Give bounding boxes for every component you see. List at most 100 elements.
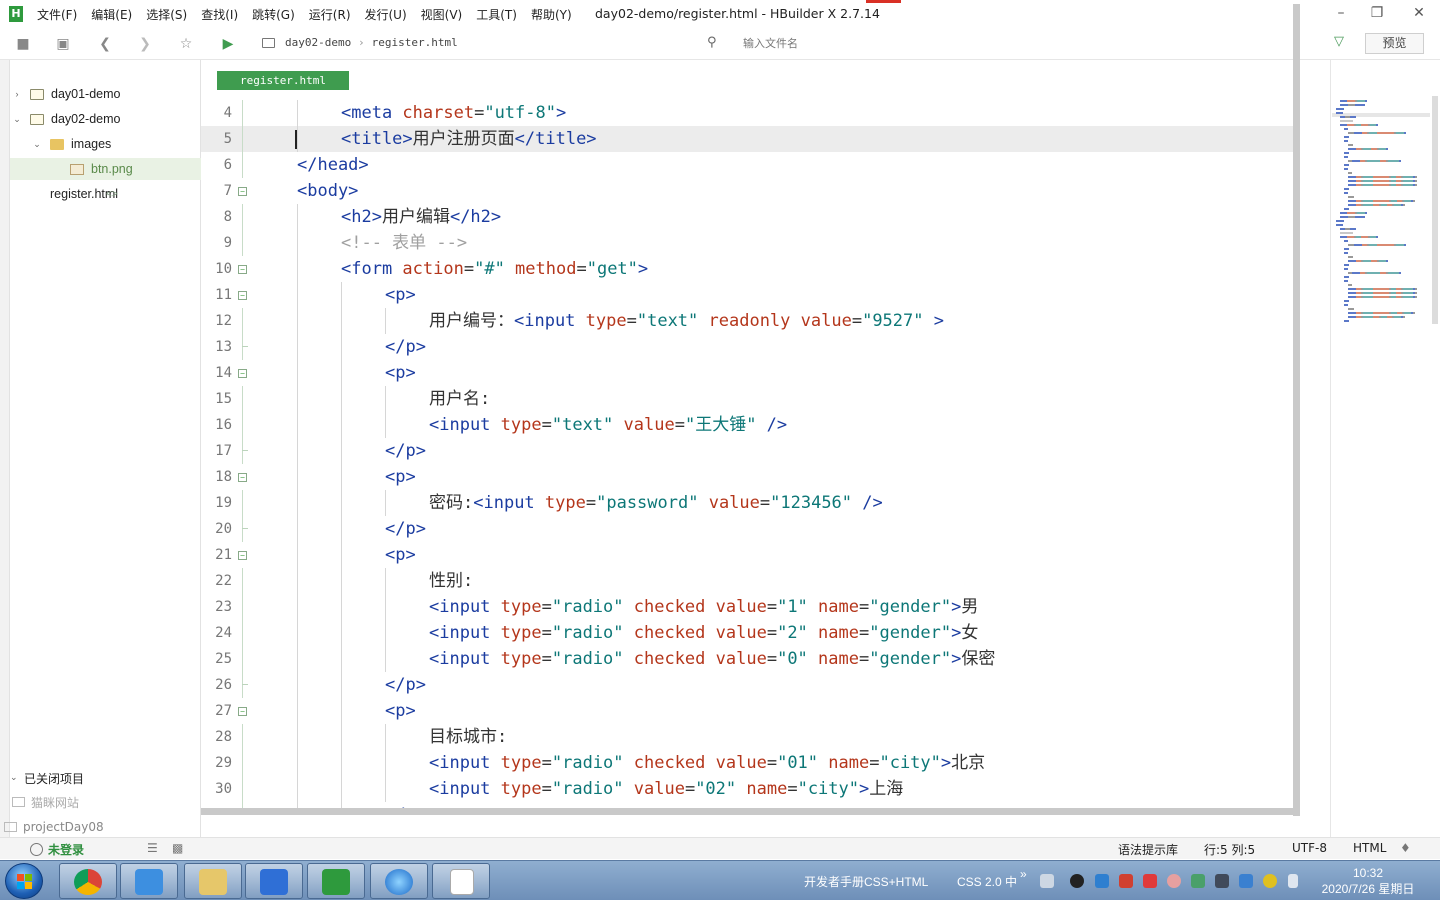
tree-item[interactable]: › day01-demo: [10, 83, 201, 105]
code-line[interactable]: 16 <input type="text" value="王大锤" />: [201, 412, 1293, 438]
tree-item[interactable]: ⌄ day02-demo: [10, 108, 201, 130]
close-button[interactable]: ✕: [1408, 4, 1430, 22]
menu-item[interactable]: 编辑(E): [91, 6, 132, 23]
document-taskbar-button[interactable]: [432, 863, 490, 899]
favorite-star-icon[interactable]: ☆: [177, 35, 195, 53]
chevron-right-icon[interactable]: ›: [12, 89, 22, 99]
code-line[interactable]: 22 性别:: [201, 568, 1293, 594]
app-taskbar-button[interactable]: [120, 863, 178, 899]
notification-bell-icon[interactable]: ♦: [1400, 841, 1411, 855]
code-line[interactable]: 10− <form action="#" method="get">: [201, 256, 1293, 282]
closed-project-item[interactable]: 猫眯网站: [10, 792, 201, 812]
menu-item[interactable]: 选择(S): [146, 6, 187, 23]
filter-icon[interactable]: ▽: [1334, 34, 1344, 49]
code-line[interactable]: 28 目标城市:: [201, 724, 1293, 750]
code-line[interactable]: 6 </head>: [201, 152, 1293, 178]
tree-item[interactable]: btn.png: [10, 158, 201, 180]
code-line[interactable]: 4 <meta charset="utf-8">: [201, 100, 1293, 126]
network-icon[interactable]: [1239, 874, 1253, 888]
chevron-down-icon[interactable]: ⌄: [32, 139, 42, 150]
menu-item[interactable]: 视图(V): [421, 6, 463, 23]
language-mode[interactable]: HTML: [1353, 841, 1386, 855]
closed-projects-header[interactable]: ⌄ 已关闭项目: [10, 768, 201, 788]
menu-item[interactable]: 运行(R): [309, 6, 351, 23]
tray-app-icon[interactable]: [1095, 874, 1109, 888]
fold-toggle-icon[interactable]: −: [238, 473, 247, 482]
volume-icon[interactable]: [1288, 874, 1298, 888]
tray-app-icon[interactable]: [1143, 874, 1157, 888]
code-line[interactable]: 5 <title>用户注册页面</title>: [201, 126, 1293, 152]
minimize-button[interactable]: –: [1330, 4, 1352, 22]
tray-app-title[interactable]: 开发者手册CSS+HTML: [804, 873, 928, 890]
code-line[interactable]: 11− <p>: [201, 282, 1293, 308]
code-line[interactable]: 25 <input type="radio" checked value="0" …: [201, 646, 1293, 672]
tree-item[interactable]: <> register.html: [10, 183, 201, 205]
code-line[interactable]: 12 用户编号：<input type="text" readonly value…: [201, 308, 1293, 334]
start-button[interactable]: [5, 863, 43, 899]
code-line[interactable]: 14− <p>: [201, 360, 1293, 386]
tray-app-icon[interactable]: [1119, 874, 1133, 888]
code-line[interactable]: 13 </p>: [201, 334, 1293, 360]
run-icon[interactable]: ▶: [219, 35, 237, 53]
menu-item[interactable]: 跳转(G): [252, 6, 295, 23]
menu-item[interactable]: 查找(I): [201, 6, 238, 23]
fold-toggle-icon[interactable]: −: [238, 187, 247, 196]
closed-project-item[interactable]: projectDay08: [2, 817, 193, 837]
menu-item[interactable]: 发行(U): [365, 6, 407, 23]
tray-app-icon[interactable]: [1191, 874, 1205, 888]
new-file-icon[interactable]: ■: [14, 35, 32, 53]
ie-taskbar-button[interactable]: [370, 863, 428, 899]
outline-icon[interactable]: ☰: [147, 841, 158, 855]
code-line[interactable]: 20 </p>: [201, 516, 1293, 542]
tray-app-title-2[interactable]: CSS 2.0 中: [957, 873, 1017, 890]
code-line[interactable]: 27− <p>: [201, 698, 1293, 724]
terminal-icon[interactable]: ▩: [172, 841, 183, 855]
tray-app-icon[interactable]: [1263, 874, 1277, 888]
menu-item[interactable]: 帮助(Y): [531, 6, 572, 23]
minimap[interactable]: [1330, 96, 1434, 336]
tray-app-icon[interactable]: [1215, 874, 1229, 888]
chevron-down-icon[interactable]: ⌄: [12, 114, 22, 125]
code-line[interactable]: 15 用户名:: [201, 386, 1293, 412]
login-status[interactable]: 未登录: [30, 841, 84, 858]
clock[interactable]: 10:32 2020/7/26 星期日: [1316, 865, 1420, 897]
file-search-input[interactable]: [743, 34, 1263, 54]
explorer-taskbar-button[interactable]: [184, 863, 242, 899]
qq-icon[interactable]: [1070, 874, 1084, 888]
code-line[interactable]: 21− <p>: [201, 542, 1293, 568]
breadcrumb-file[interactable]: register.html: [372, 36, 458, 49]
preview-button[interactable]: 预览: [1365, 33, 1424, 54]
forward-icon[interactable]: ❯: [136, 35, 154, 53]
code-line[interactable]: 9 <!-- 表单 -->: [201, 230, 1293, 256]
chrome-taskbar-button[interactable]: [59, 863, 117, 899]
tree-item[interactable]: ⌄ images: [10, 133, 201, 155]
tab-register-html[interactable]: register.html: [217, 71, 349, 90]
code-line[interactable]: 24 <input type="radio" checked value="2" …: [201, 620, 1293, 646]
cursor-position[interactable]: 行:5 列:5: [1204, 841, 1255, 858]
vertical-scrollbar[interactable]: [1432, 96, 1438, 324]
restore-button[interactable]: ❐: [1366, 4, 1388, 22]
save-icon[interactable]: ▣: [54, 35, 72, 53]
fold-toggle-icon[interactable]: −: [238, 265, 247, 274]
tray-app-icon[interactable]: [1167, 874, 1181, 888]
code-line[interactable]: 30 <input type="radio" value="02" name="c…: [201, 776, 1293, 802]
code-line[interactable]: 8 <h2>用户编辑</h2>: [201, 204, 1293, 230]
hbuilder-taskbar-button[interactable]: [307, 863, 365, 899]
fold-toggle-icon[interactable]: −: [238, 707, 247, 716]
code-line[interactable]: 18− <p>: [201, 464, 1293, 490]
code-line[interactable]: 23 <input type="radio" checked value="1" …: [201, 594, 1293, 620]
back-icon[interactable]: ❮: [96, 35, 114, 53]
code-line[interactable]: 19 密码:<input type="password" value="12345…: [201, 490, 1293, 516]
keyboard-icon[interactable]: [1040, 874, 1054, 888]
tray-overflow-chevron[interactable]: »: [1020, 867, 1027, 881]
fold-toggle-icon[interactable]: −: [238, 291, 247, 300]
code-line[interactable]: 7− <body>: [201, 178, 1293, 204]
menu-item[interactable]: 文件(F): [37, 6, 77, 23]
fold-toggle-icon[interactable]: −: [238, 551, 247, 560]
breadcrumb-project[interactable]: day02-demo: [285, 36, 351, 49]
code-area[interactable]: 4 <meta charset="utf-8"> 5 <title>用户注册页面</t…: [201, 100, 1293, 810]
code-line[interactable]: 17 </p>: [201, 438, 1293, 464]
menu-item[interactable]: 工具(T): [476, 6, 517, 23]
code-line[interactable]: 26 </p>: [201, 672, 1293, 698]
code-line[interactable]: 29 <input type="radio" checked value="01"…: [201, 750, 1293, 776]
